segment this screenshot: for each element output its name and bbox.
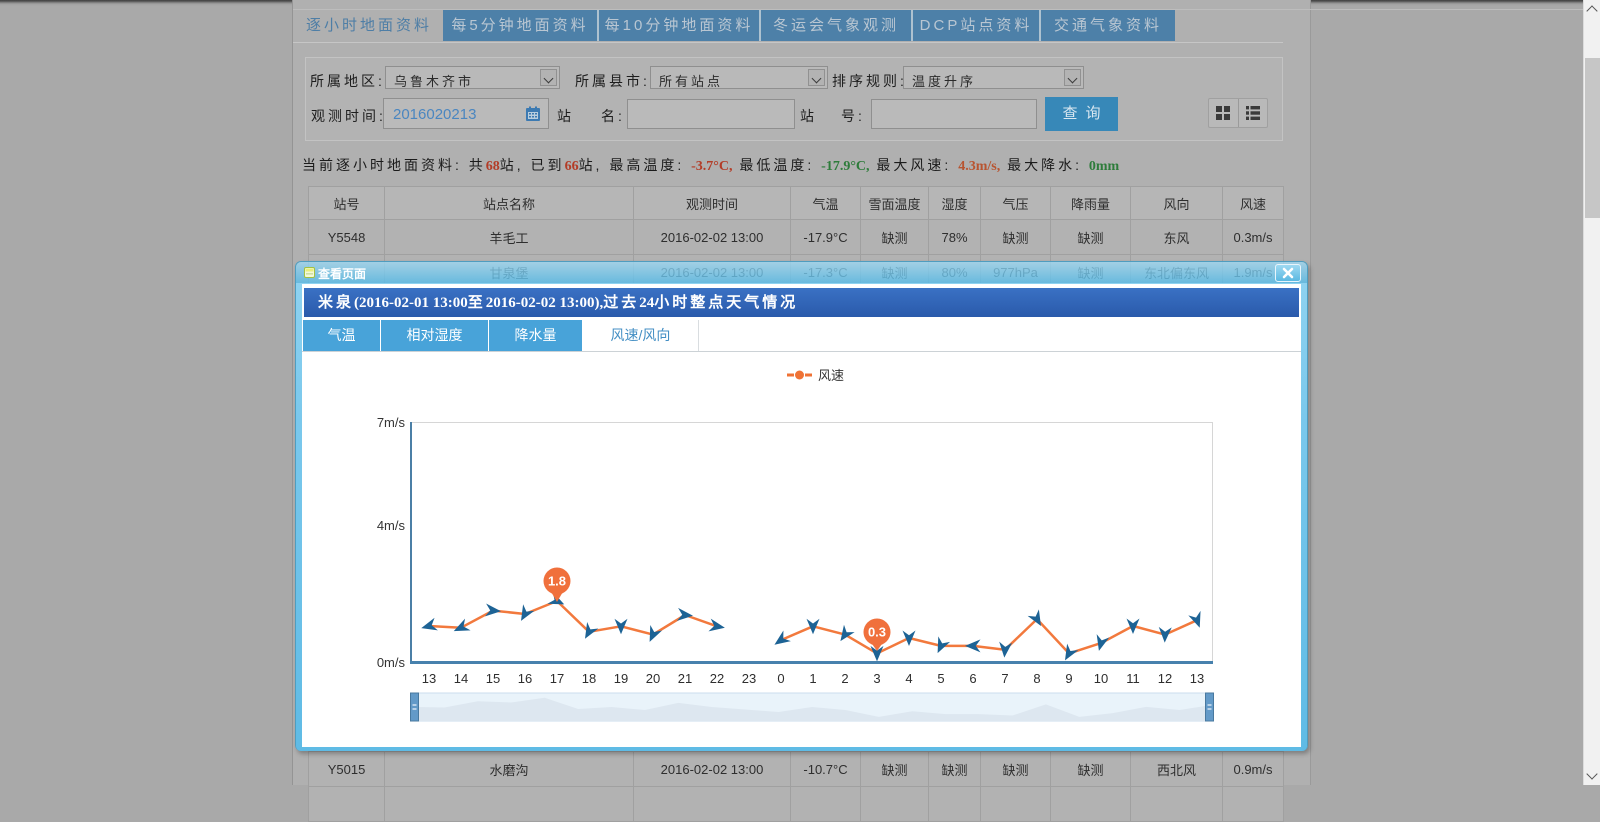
svg-text:8: 8 [1033, 671, 1040, 686]
svg-text:0: 0 [777, 671, 784, 686]
svg-text:11: 11 [1126, 671, 1140, 686]
svg-text:15: 15 [486, 671, 500, 686]
svg-text:23: 23 [742, 671, 756, 686]
svg-text:4: 4 [905, 671, 912, 686]
svg-text:5: 5 [937, 671, 944, 686]
svg-text:21: 21 [678, 671, 692, 686]
svg-text:22: 22 [710, 671, 724, 686]
svg-text:10: 10 [1094, 671, 1108, 686]
svg-text:4m/s: 4m/s [377, 518, 406, 533]
svg-text:1: 1 [809, 671, 816, 686]
svg-text:19: 19 [614, 671, 628, 686]
svg-text:16: 16 [518, 671, 532, 686]
svg-text:0.3: 0.3 [868, 625, 886, 640]
svg-text:0m/s: 0m/s [377, 655, 406, 670]
svg-text:7: 7 [1001, 671, 1008, 686]
svg-text:20: 20 [646, 671, 660, 686]
svg-text:2: 2 [841, 671, 848, 686]
svg-text:风速: 风速 [818, 368, 844, 383]
svg-text:1.8: 1.8 [548, 574, 566, 589]
svg-text:13: 13 [1190, 671, 1204, 686]
svg-text:14: 14 [454, 671, 468, 686]
svg-text:18: 18 [582, 671, 596, 686]
svg-text:6: 6 [969, 671, 976, 686]
svg-text:13: 13 [422, 671, 436, 686]
svg-text:17: 17 [550, 671, 564, 686]
svg-text:12: 12 [1158, 671, 1172, 686]
svg-text:3: 3 [873, 671, 880, 686]
svg-text:9: 9 [1065, 671, 1072, 686]
svg-text:7m/s: 7m/s [377, 415, 406, 430]
